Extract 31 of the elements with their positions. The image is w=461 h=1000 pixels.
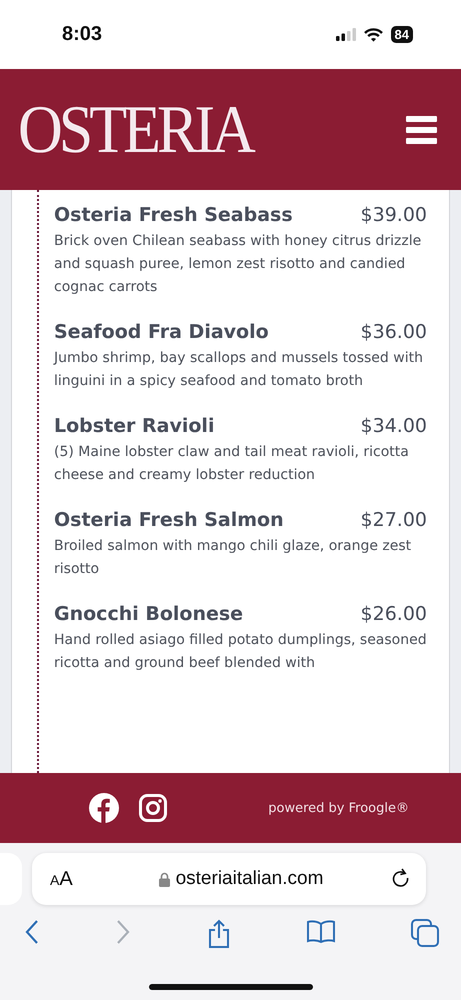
tabs-icon[interactable] xyxy=(411,919,439,947)
dish-price: $34.00 xyxy=(360,415,427,437)
dish-name: Osteria Fresh Salmon xyxy=(54,509,284,531)
dish-price: $27.00 xyxy=(360,509,427,531)
facebook-icon[interactable] xyxy=(89,793,119,823)
dish-name: Gnocchi Bolonese xyxy=(54,603,244,625)
dish-name: Seafood Fra Diavolo xyxy=(54,321,269,343)
reload-icon[interactable] xyxy=(392,866,410,886)
text-size-button[interactable]: AA xyxy=(50,868,90,890)
bookmarks-icon[interactable] xyxy=(306,919,336,943)
status-time: 8:03 xyxy=(62,23,102,46)
dish-price: $26.00 xyxy=(360,603,427,625)
wifi-icon xyxy=(364,28,383,42)
lock-icon xyxy=(158,872,170,886)
share-icon[interactable] xyxy=(206,919,230,949)
dish-name: Osteria Fresh Seabass xyxy=(54,204,293,226)
dish-price: $39.00 xyxy=(360,204,427,226)
dish-description: Jumbo shrimp, bay scallops and mussels tossed with linguini in a spicy seafood and tomato broth xyxy=(54,349,424,391)
dish-description: Hand rolled asiago filled potato dumplings, seasoned ricotta and ground beef blended with xyxy=(54,631,427,673)
dish-description: Broiled salmon with mango chili glaze, orange zest risotto xyxy=(54,537,412,579)
dish-price: $36.00 xyxy=(360,321,427,343)
dish-description: Brick oven Chilean seabass with honey citrus drizzle and squash puree, lemon zest risotto and candied cognac carrots xyxy=(54,232,422,297)
instagram-icon[interactable] xyxy=(139,794,167,822)
dish-description: (5) Maine lobster claw and tail meat ravioli, ricotta cheese and creamy lobster reduction xyxy=(54,443,410,485)
powered-by-text[interactable]: powered by Froogle® xyxy=(268,800,409,816)
address-bar[interactable]: AA osteriaitalian.com xyxy=(32,853,426,905)
back-icon[interactable] xyxy=(24,919,40,945)
url-text: osteriaitalian.com xyxy=(176,868,324,890)
battery-level: 84 xyxy=(390,26,413,43)
signal-icon xyxy=(336,28,356,41)
dish-name: Lobster Ravioli xyxy=(54,415,214,437)
